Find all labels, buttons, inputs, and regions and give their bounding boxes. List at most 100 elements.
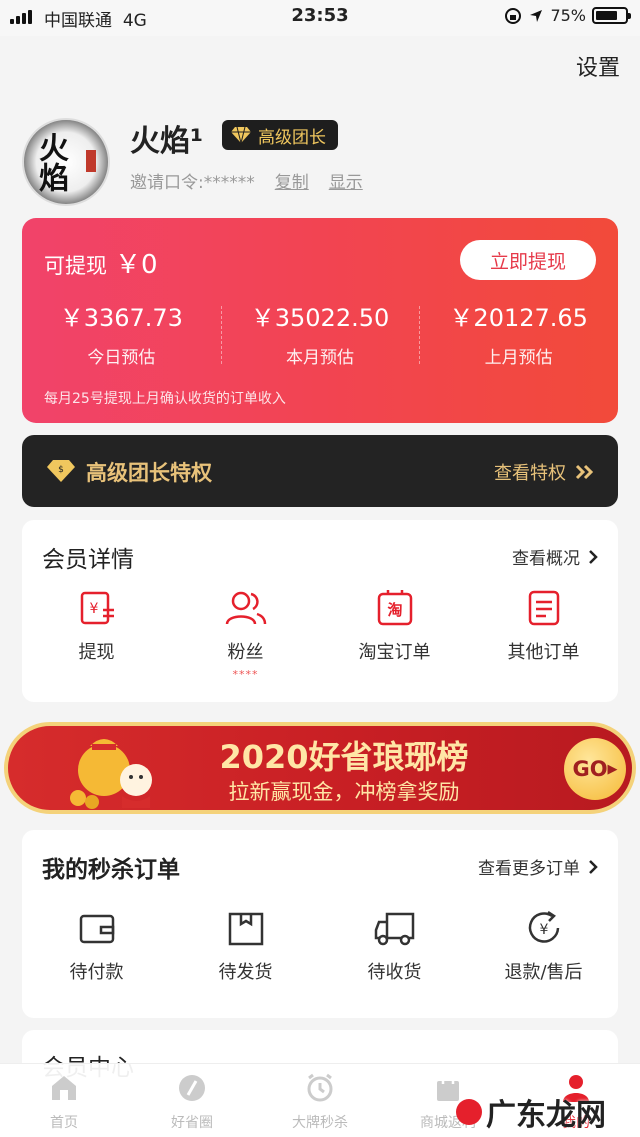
box-icon xyxy=(228,912,263,946)
banner-title: 2020好省琅琊榜 xyxy=(219,738,469,776)
avatar[interactable]: 火焰 xyxy=(22,118,110,206)
available-amount: ￥0 xyxy=(115,250,158,280)
refund-icon: ¥ xyxy=(528,910,559,943)
stat-value: ￥20127.65 xyxy=(449,304,588,332)
status-bar: 中国联通 4G 23:53 75% xyxy=(0,0,640,36)
order-status-label: 待付款 xyxy=(69,962,124,983)
user-nickname: 火焰¹ xyxy=(130,124,204,159)
view-overview-link[interactable]: 查看概况 xyxy=(512,544,598,569)
stat-value: ￥35022.50 xyxy=(250,304,390,332)
level-badge-label: 高级团长 xyxy=(258,127,326,148)
svg-text:$: $ xyxy=(58,465,64,475)
lock-rotation-icon xyxy=(505,7,522,24)
order-pending-shipment[interactable]: 待发货 xyxy=(171,908,320,984)
alarm-icon xyxy=(307,1073,333,1102)
banner-go-button[interactable]: GO ▶ xyxy=(564,738,626,800)
play-arrow-icon: ▶ xyxy=(607,761,618,777)
privilege-title: 高级团长特权 xyxy=(86,461,212,485)
tab-label: 首页 xyxy=(50,1115,78,1131)
member-grid: ¥ 提现 粉丝 **** 淘 淘宝订单 其他订单 xyxy=(22,588,618,681)
home-icon xyxy=(52,1076,76,1100)
stat-label: 上月预估 xyxy=(484,348,553,368)
battery-icon xyxy=(592,7,631,24)
earnings-card: 可提现 ￥0 立即提现 ￥3367.73 今日预估 ￥35022.50 本月预估… xyxy=(22,218,618,423)
withdraw-icon: ¥ xyxy=(80,591,114,625)
flash-orders-card: 我的秒杀订单 查看更多订单 待付款 待发货 待收货 ¥ 退款/售后 xyxy=(22,830,618,1018)
battery-fill xyxy=(596,11,617,20)
double-chevron-right-icon xyxy=(575,464,594,480)
level-badge: 高级团长 xyxy=(222,120,338,150)
withdraw-note: 每月25号提现上月确认收货的订单收入 xyxy=(44,391,286,407)
member-details-card: 会员详情 查看概况 ¥ 提现 粉丝 **** 淘 淘宝订单 其他订单 xyxy=(22,520,618,702)
svg-text:¥: ¥ xyxy=(89,601,98,617)
location-icon xyxy=(530,9,543,22)
battery-percent: 75% xyxy=(550,6,586,25)
withdraw-now-button[interactable]: 立即提现 xyxy=(460,240,596,280)
circle-icon xyxy=(179,1075,205,1101)
earnings-stats: ￥3367.73 今日预估 ￥35022.50 本月预估 ￥20127.65 上… xyxy=(22,298,618,368)
tab-home[interactable]: 首页 xyxy=(0,1064,128,1137)
watermark-logo xyxy=(456,1099,482,1125)
order-refund-aftersale[interactable]: ¥ 退款/售后 xyxy=(469,908,618,984)
show-invite-link[interactable]: 显示 xyxy=(329,168,363,193)
available-label: 可提现 xyxy=(44,254,107,278)
view-overview-label: 查看概况 xyxy=(512,549,580,569)
order-status-label: 待收货 xyxy=(367,962,422,983)
member-item-taobao-orders[interactable]: 淘 淘宝订单 xyxy=(320,588,469,681)
fans-icon xyxy=(225,591,266,625)
banner-subtitle: 拉新赢现金，冲榜拿奖励 xyxy=(228,780,460,804)
copy-invite-link[interactable]: 复制 xyxy=(275,168,309,193)
member-item-label: 提现 xyxy=(78,642,115,663)
stat-last-month[interactable]: ￥20127.65 上月预估 xyxy=(419,298,618,368)
available-balance: 可提现 ￥0 xyxy=(44,244,158,281)
stat-value: ￥3367.73 xyxy=(59,304,183,332)
other-orders-icon xyxy=(528,590,559,626)
tab-brand-flash-sale[interactable]: 大牌秒杀 xyxy=(256,1064,384,1137)
order-pending-payment[interactable]: 待付款 xyxy=(22,908,171,984)
privilege-bar[interactable]: $ 高级团长特权 查看特权 xyxy=(22,435,618,507)
member-details-title: 会员详情 xyxy=(42,547,134,573)
chevron-right-icon xyxy=(589,859,598,874)
fans-count-masked: **** xyxy=(232,668,259,681)
stat-today[interactable]: ￥3367.73 今日预估 xyxy=(22,298,221,368)
watermark: 广东龙网 xyxy=(456,1090,606,1134)
invite-code: 邀请口令:****** xyxy=(130,173,255,193)
tab-label: 好省圈 xyxy=(171,1115,213,1131)
taobao-icon: 淘 xyxy=(377,590,412,626)
member-item-label: 其他订单 xyxy=(507,642,580,663)
member-item-label: 淘宝订单 xyxy=(358,642,431,663)
member-item-label: 粉丝 xyxy=(227,642,264,663)
member-item-withdraw[interactable]: ¥ 提现 xyxy=(22,588,171,681)
go-label: GO xyxy=(572,757,608,781)
avatar-calligraphy: 火焰 xyxy=(33,132,68,192)
member-item-other-orders[interactable]: 其他订单 xyxy=(469,588,618,681)
order-status-label: 退款/售后 xyxy=(504,962,583,983)
stat-label: 本月预估 xyxy=(286,348,354,368)
stat-this-month[interactable]: ￥35022.50 本月预估 xyxy=(220,298,420,368)
diamond-icon: $ xyxy=(47,460,75,482)
promo-banner[interactable]: 2020好省琅琊榜 拉新赢现金，冲榜拿奖励 GO ▶ xyxy=(4,722,636,814)
chevron-right-icon xyxy=(589,549,598,564)
status-right: 75% xyxy=(504,6,631,25)
view-privilege-link[interactable]: 查看特权 xyxy=(494,459,596,485)
member-item-fans[interactable]: 粉丝 **** xyxy=(171,588,320,681)
view-privilege-label: 查看特权 xyxy=(494,463,566,484)
wallet-icon xyxy=(79,914,114,944)
tab-haosheng-circle[interactable]: 好省圈 xyxy=(128,1064,256,1137)
view-more-orders-link[interactable]: 查看更多订单 xyxy=(478,854,598,879)
stat-label: 今日预估 xyxy=(87,348,156,368)
settings-button[interactable]: 设置 xyxy=(576,50,620,82)
tab-label: 大牌秒杀 xyxy=(292,1115,348,1131)
svg-text:淘: 淘 xyxy=(386,601,402,619)
watermark-text: 广东龙网 xyxy=(486,1098,606,1133)
truck-icon xyxy=(374,912,414,946)
view-more-orders-label: 查看更多订单 xyxy=(478,859,580,879)
avatar-seal xyxy=(86,150,96,172)
svg-text:¥: ¥ xyxy=(539,922,548,938)
invite-row: 邀请口令:****** 复制 显示 xyxy=(130,168,363,193)
flash-orders-grid: 待付款 待发货 待收货 ¥ 退款/售后 xyxy=(22,908,618,984)
order-status-label: 待发货 xyxy=(218,962,273,983)
order-pending-receipt[interactable]: 待收货 xyxy=(320,908,469,984)
diamond-icon xyxy=(231,126,251,144)
flash-orders-title: 我的秒杀订单 xyxy=(42,857,180,883)
